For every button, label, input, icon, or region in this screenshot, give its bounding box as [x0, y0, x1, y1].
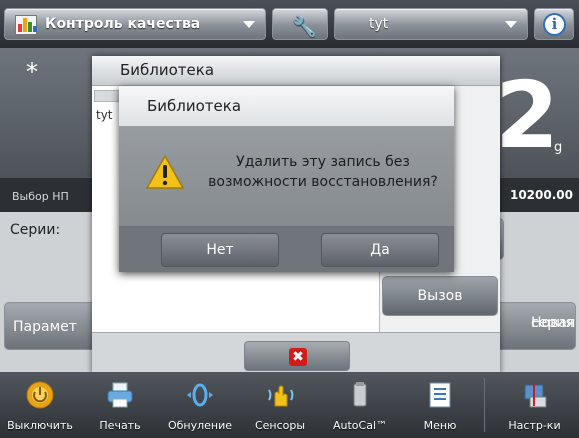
toolbar-label: Меню — [423, 419, 457, 432]
printer-icon — [107, 382, 133, 408]
user-profile-label: tyt — [369, 16, 389, 32]
toolbar-divider — [484, 378, 485, 432]
close-icon: ✖ — [289, 348, 307, 366]
weight-readout: 2 — [495, 62, 560, 169]
power-off-button[interactable]: Выключить — [0, 372, 80, 438]
zero-button[interactable]: Обнуление — [160, 372, 240, 438]
yes-button[interactable]: Да — [321, 233, 439, 267]
bottom-toolbar: Выключить Печать Обнуление Сенсоры AutoC… — [0, 372, 579, 438]
tools-button[interactable]: 🔧 — [272, 8, 328, 40]
toolbar-label: Настр-ки — [508, 419, 561, 432]
user-profile-button[interactable]: tyt — [334, 8, 528, 40]
warning-icon — [146, 155, 184, 189]
dialog-body: Удалить эту запись без возможности восста… — [119, 126, 454, 226]
toolbar-label: Выключить — [7, 419, 73, 432]
sensors-button[interactable]: Сенсоры — [240, 372, 320, 438]
dialog-title-bar: Библиотека — [119, 86, 454, 126]
bar-chart-icon — [15, 15, 37, 35]
power-icon — [26, 381, 54, 409]
info-row-label: Выбор НП — [12, 190, 69, 203]
calibration-weight-icon — [353, 382, 367, 407]
menu-icon — [429, 382, 451, 408]
list-item[interactable]: tyt — [96, 108, 113, 122]
info-row-value: 10200.00 — [509, 188, 573, 202]
hand-sensor-icon — [268, 385, 294, 407]
series-label: Серии: — [10, 222, 61, 238]
print-button[interactable]: Печать — [80, 372, 160, 438]
library-window-title: Библиотека — [120, 61, 215, 79]
parameters-button-label: Парамет — [13, 319, 77, 335]
application-mode-button[interactable]: Контроль качества — [4, 8, 266, 40]
settings-button[interactable]: Настр-ки — [490, 372, 579, 438]
toolbar-label: Обнуление — [167, 419, 233, 432]
toolbar-label: AutoCal™ — [332, 419, 388, 432]
close-button[interactable]: ✖ — [244, 341, 350, 371]
no-button[interactable]: Нет — [161, 233, 279, 267]
settings-icon — [524, 384, 546, 408]
chevron-down-icon — [243, 21, 255, 28]
toolbar-label: Сенсоры — [254, 419, 306, 432]
confirm-delete-dialog: Библиотека Удалить эту запись без возможн… — [119, 86, 454, 272]
info-icon: i — [543, 13, 566, 36]
application-mode-label: Контроль качества — [45, 16, 201, 32]
wrench-icon: 🔧 — [292, 14, 317, 38]
weight-unit: g — [554, 140, 563, 155]
chevron-down-icon — [505, 21, 517, 28]
zero-icon — [187, 383, 213, 407]
recall-button[interactable]: Вызов — [382, 276, 498, 316]
toolbar-label: Печать — [99, 419, 141, 432]
menu-button[interactable]: Меню — [400, 372, 480, 438]
top-bar: Контроль качества 🔧 tyt i — [0, 0, 579, 48]
info-button[interactable]: i — [534, 8, 574, 40]
library-window-title-bar: Библиотека — [92, 56, 500, 86]
stability-indicator: * — [26, 58, 38, 86]
autocal-button[interactable]: AutoCal™ — [320, 372, 400, 438]
dialog-title: Библиотека — [147, 97, 242, 115]
dialog-message: Удалить эту запись без возможности восста… — [208, 154, 438, 190]
